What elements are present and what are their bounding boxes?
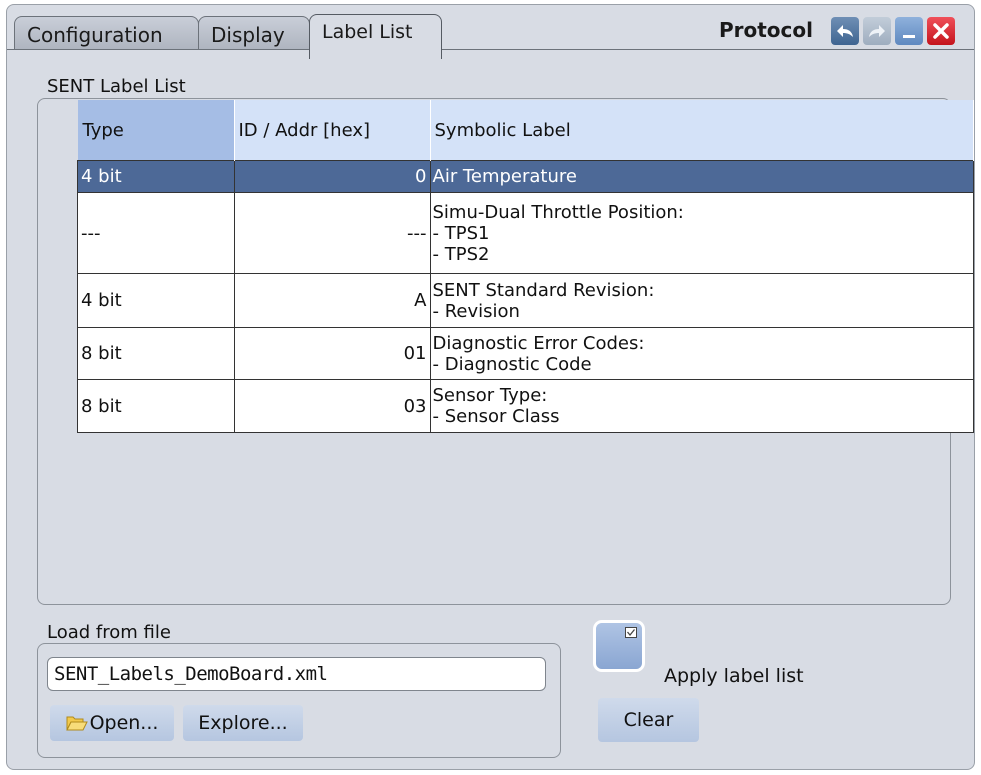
apply-label-list-checkbox[interactable] <box>596 623 642 669</box>
table-row[interactable]: 4 bit A SENT Standard Revision: - Revisi… <box>77 273 974 328</box>
table-row[interactable]: 8 bit 03 Sensor Type: - Sensor Class <box>77 379 974 433</box>
open-button[interactable]: Open... <box>50 705 174 741</box>
cell-label: Simu-Dual Throttle Position: - TPS1 - TP… <box>429 192 974 274</box>
tab-label-list-label: Label List <box>322 21 413 43</box>
minimize-icon <box>903 35 915 38</box>
tab-display-label: Display <box>211 23 285 47</box>
table-row[interactable]: --- --- Simu-Dual Throttle Position: - T… <box>77 192 974 274</box>
cell-type: 4 bit <box>77 160 235 193</box>
tab-label-list[interactable]: Label List <box>309 14 442 59</box>
cell-type: --- <box>77 192 235 274</box>
apply-label-list-label: Apply label list <box>664 665 804 687</box>
clear-button-label: Clear <box>623 709 674 731</box>
undo-icon <box>837 25 853 37</box>
cell-label: Diagnostic Error Codes: - Diagnostic Cod… <box>429 327 974 380</box>
dialog-title: Protocol <box>718 18 813 42</box>
label-table: Type ID / Addr [hex] Symbolic Label 4 bi… <box>77 100 974 433</box>
explore-button-label: Explore... <box>198 712 288 734</box>
folder-open-icon <box>65 716 88 731</box>
clear-button[interactable]: Clear <box>598 698 699 742</box>
column-header-id[interactable]: ID / Addr [hex] <box>234 100 431 161</box>
table-row[interactable]: 4 bit 0 Air Temperature <box>77 160 974 193</box>
cell-label: Air Temperature <box>429 160 974 193</box>
undo-button[interactable] <box>831 17 859 45</box>
cell-label: SENT Standard Revision: - Revision <box>429 273 974 328</box>
tab-configuration-label: Configuration <box>27 23 163 47</box>
label-list-group-title: SENT Label List <box>47 76 186 97</box>
redo-button[interactable] <box>863 17 891 45</box>
load-file-group-title: Load from file <box>47 622 171 643</box>
cell-type: 8 bit <box>77 327 235 380</box>
table-header-row: Type ID / Addr [hex] Symbolic Label <box>77 100 974 161</box>
cell-type: 4 bit <box>77 273 235 328</box>
tab-display[interactable]: Display <box>198 16 310 50</box>
open-button-label: Open... <box>89 712 159 734</box>
cell-id: 0 <box>233 160 431 193</box>
cell-id: --- <box>233 192 431 274</box>
column-header-symbolic-label[interactable]: Symbolic Label <box>430 100 974 161</box>
explore-button[interactable]: Explore... <box>183 705 303 741</box>
file-path-field[interactable]: SENT_Labels_DemoBoard.xml <box>47 657 546 691</box>
tab-divider <box>7 49 974 50</box>
column-header-type[interactable]: Type <box>77 100 235 161</box>
cell-label: Sensor Type: - Sensor Class <box>429 379 974 433</box>
close-icon <box>933 23 949 39</box>
cell-id: 03 <box>233 379 431 433</box>
tab-configuration[interactable]: Configuration <box>14 16 199 50</box>
minimize-button[interactable] <box>895 17 923 45</box>
redo-icon <box>869 25 885 37</box>
table-row[interactable]: 8 bit 01 Diagnostic Error Codes: - Diagn… <box>77 327 974 380</box>
cell-id: 01 <box>233 327 431 380</box>
close-button[interactable] <box>927 17 955 45</box>
cell-id: A <box>233 273 431 328</box>
cell-type: 8 bit <box>77 379 235 433</box>
checkbox-indicator-icon <box>625 627 637 638</box>
